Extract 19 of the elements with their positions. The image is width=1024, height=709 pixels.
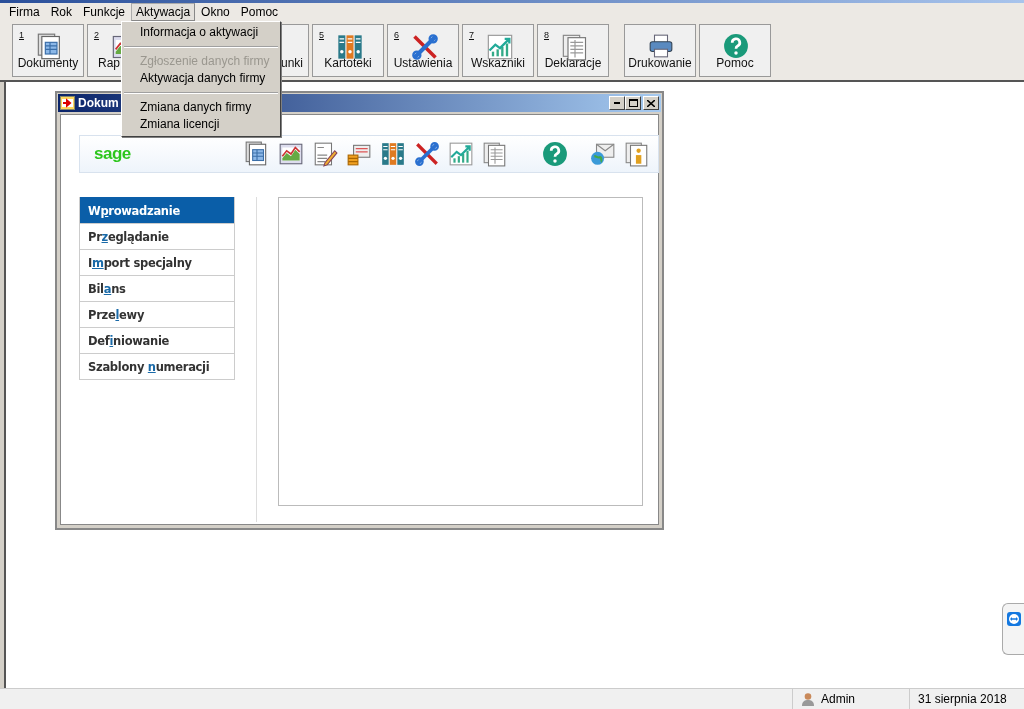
shortcut-number: 8 — [544, 30, 549, 40]
button-label: Ustawienia — [393, 56, 453, 70]
button-label: Wskaźniki — [471, 56, 525, 70]
button-label: Rap — [98, 56, 120, 70]
window-title: Dokum — [78, 96, 119, 110]
shortcut-number: 1 — [19, 30, 24, 40]
button-label: Drukowanie — [628, 56, 692, 70]
user-name: Admin — [821, 692, 855, 706]
shortcut-number: 2 — [94, 30, 99, 40]
logo: sage — [94, 144, 131, 164]
shortcut-number: 5 — [319, 30, 324, 40]
button-label: Kartoteki — [324, 56, 372, 70]
button-label: Deklaracje — [544, 56, 602, 70]
button-label: Pomoc — [716, 56, 754, 70]
shortcut-number: 7 — [469, 30, 474, 40]
button-label: unki — [281, 56, 303, 70]
date-text: 31 sierpnia 2018 — [918, 692, 1007, 706]
button-label: Dokumenty — [17, 56, 79, 70]
shortcut-number: 6 — [394, 30, 399, 40]
